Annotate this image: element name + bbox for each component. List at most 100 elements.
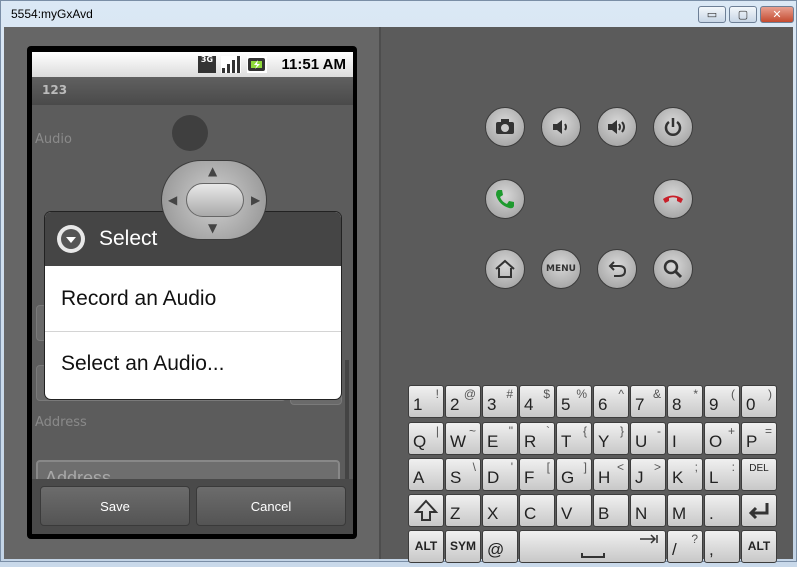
key-q[interactable]: Q | [408,422,444,455]
slash-key[interactable]: /? [667,530,703,563]
window-titlebar[interactable]: 5554:myGxAvd ▭ ▢ ✕ [1,1,796,27]
enter-icon [748,503,769,520]
key-k-label: K [672,468,684,487]
key-m-label: M [672,504,687,523]
key-v[interactable]: V [556,494,592,527]
key-o-label: O [709,432,723,451]
key-5[interactable]: 5% [556,385,592,418]
key-k-secondary: ; [694,460,698,474]
key-l-label: L [709,468,719,487]
android-image-icon[interactable] [172,115,208,151]
key-m[interactable]: M [667,494,703,527]
save-button[interactable]: Save [40,486,190,526]
key-8[interactable]: 8 * [667,385,703,418]
shift-key[interactable] [408,494,444,527]
key-2[interactable]: 2 @ [445,385,481,418]
network-label: 3G [200,55,214,64]
search-button[interactable] [653,249,693,289]
maximize-button[interactable]: ▢ [729,6,757,23]
key-7[interactable]: 7 & [630,385,666,418]
slash-key-secondary: ? [691,532,698,546]
key-h[interactable]: H < [593,458,629,491]
key-w[interactable]: W ~ [445,422,481,455]
dpad-center-button[interactable] [186,183,244,217]
dpad[interactable]: ▲ ▼ ◀ ▶ [161,160,267,240]
key-e[interactable]: E " [482,422,518,455]
key-t[interactable]: T{ [556,422,592,455]
key-f-secondary: [ [546,460,550,474]
menu-button[interactable]: MENU [541,249,581,289]
close-button[interactable]: ✕ [760,6,794,23]
key-p[interactable]: P = [741,422,777,455]
key-u-label: U [635,432,648,451]
alt-right-key[interactable]: ALT [741,530,777,563]
key-s[interactable]: S \ [445,458,481,491]
key-g-secondary: ] [583,460,587,474]
key-period[interactable]: . [704,494,740,527]
key-4[interactable]: 4 $ [519,385,555,418]
key-a[interactable]: A [408,458,444,491]
key-c[interactable]: C [519,494,555,527]
sym-key[interactable]: SYM [445,530,481,563]
alt-left-key-label: ALT [414,539,438,553]
key-g[interactable]: G] [556,458,592,491]
key-u[interactable]: U- [630,422,666,455]
key-i[interactable]: I [667,422,703,455]
key-n[interactable]: N [630,494,666,527]
shift-icon [413,499,439,521]
back-button[interactable] [597,249,637,289]
key-y[interactable]: Y} [593,422,629,455]
key-9[interactable]: 9( [704,385,740,418]
battery-charging-icon [247,56,267,73]
volume-down-button[interactable] [541,107,581,147]
menu-label: MENU [546,264,576,274]
key-n-label: N [635,504,648,523]
dpad-up-icon[interactable]: ▲ [208,164,217,178]
status-clock: 11:51 AM [281,56,346,73]
emulator-window: 5554:myGxAvd ▭ ▢ ✕ 3G 11:51 AM 123 Audio… [0,0,797,563]
window-title: 5554:myGxAvd [11,7,93,21]
key-b[interactable]: B [593,494,629,527]
at-key[interactable]: @ [482,530,518,563]
key-6[interactable]: 6 ^ [593,385,629,418]
call-button[interactable] [485,179,525,219]
key-0-secondary: ) [768,387,772,401]
home-icon [495,259,515,278]
dpad-left-icon[interactable]: ◀ [168,193,177,207]
dpad-right-icon[interactable]: ▶ [251,193,260,207]
volume-up-button[interactable] [597,107,637,147]
delete-key[interactable]: DEL [741,458,777,491]
device-screen[interactable]: 3G 11:51 AM 123 Audio Address Address Sa… [32,52,353,534]
alt-left-key[interactable]: ALT [408,530,444,563]
key-3[interactable]: 3 # [482,385,518,418]
key-o[interactable]: O + [704,422,740,455]
end-call-button[interactable] [653,179,693,219]
key-d[interactable]: D ' [482,458,518,491]
cancel-button[interactable]: Cancel [196,486,346,526]
key-x-label: X [487,504,499,523]
space-key[interactable] [519,530,666,563]
option-select-audio[interactable]: Select an Audio... [45,332,341,396]
key-z-label: Z [450,504,461,523]
phone-green-icon [496,190,514,209]
key-r[interactable]: R ` [519,422,555,455]
camera-button[interactable] [485,107,525,147]
key-z[interactable]: Z [445,494,481,527]
dpad-down-icon[interactable]: ▼ [208,221,217,235]
comma-key[interactable]: , [704,530,740,563]
minimize-button[interactable]: ▭ [698,6,726,23]
key-f[interactable]: F[ [519,458,555,491]
key-l[interactable]: L: [704,458,740,491]
key-0[interactable]: 0) [741,385,777,418]
key-k[interactable]: K; [667,458,703,491]
home-button[interactable] [485,249,525,289]
search-icon [663,259,683,279]
key-1-label: 1 [413,395,423,414]
key-1[interactable]: 1! [408,385,444,418]
key-x[interactable]: X [482,494,518,527]
key-j[interactable]: J > [630,458,666,491]
enter-key[interactable] [741,494,777,527]
option-record-audio[interactable]: Record an Audio [45,267,341,331]
power-button[interactable] [653,107,693,147]
key-7-secondary: & [652,387,661,401]
